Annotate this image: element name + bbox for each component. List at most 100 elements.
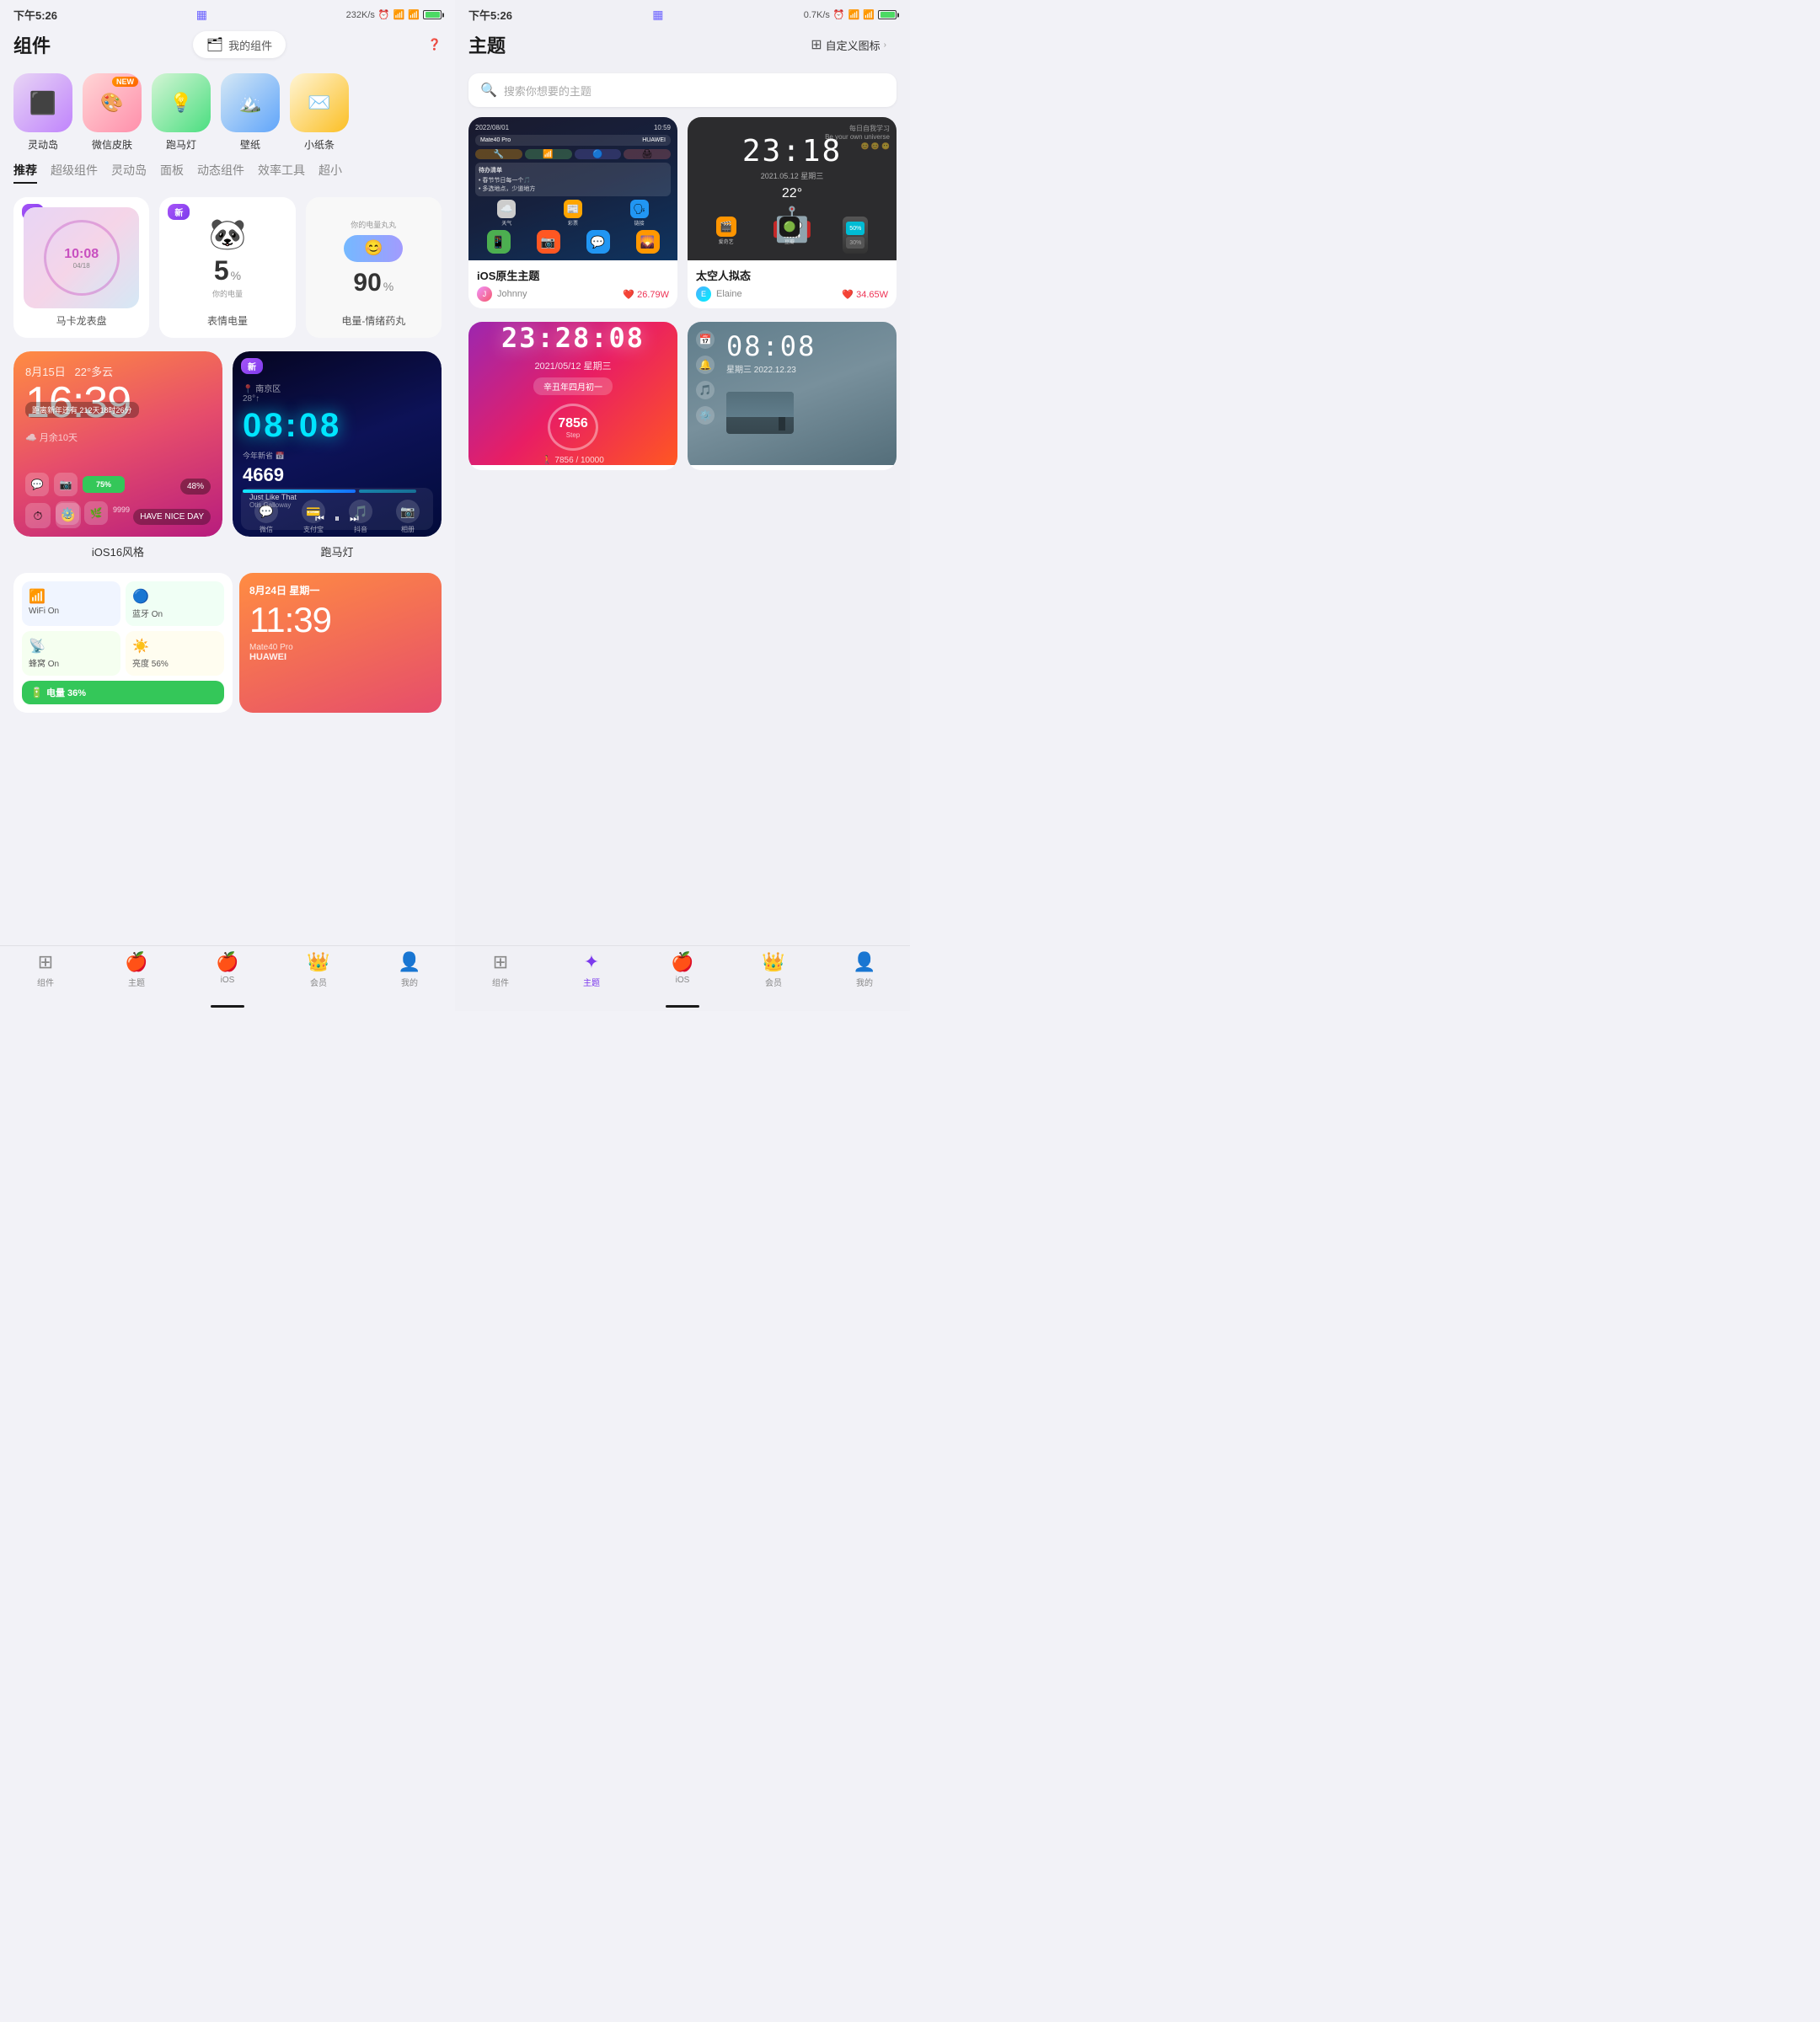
- category-notes[interactable]: ✉️ 小纸条: [290, 73, 349, 152]
- tab-panel[interactable]: 面板: [160, 162, 184, 184]
- huawei-logo-left: ▦: [196, 8, 207, 22]
- member-nav-label-left: 会员: [310, 976, 327, 988]
- my-widgets-label: 我的组件: [228, 37, 272, 53]
- themes-nav-icon-left: 🍎: [125, 951, 147, 973]
- macaron-clock-preview: 10:08 04/18: [24, 207, 139, 308]
- tabs-left: 推荐 超级组件 灵动岛 面板 动态组件 效率工具 超小: [0, 162, 455, 190]
- wifi-widget: 📶 WiFi On: [22, 581, 120, 626]
- battery-right: [878, 10, 897, 19]
- member-nav-icon-right: 👑: [762, 951, 784, 973]
- widget-ios16-wrapper: 8月15日 22°多云 16:39 ☁️ 月余10天 HAVE NICE DAY…: [13, 351, 222, 559]
- battery-left: [423, 10, 442, 19]
- theme-row-bottom: 23:28:08 2021/05/12 星期三 辛丑年四月初一 7856 Ste…: [468, 322, 897, 470]
- category-label-wallpaper: 壁纸: [240, 137, 260, 152]
- nav-mine-right[interactable]: 👤 我的: [819, 951, 910, 988]
- astronaut-author-row: E Elaine ❤️ 34.65W: [696, 286, 888, 302]
- widget-runlight[interactable]: 新 📍 南京区 28°↑ 08:08 今年新省 📅 4669: [233, 351, 442, 537]
- clock-icon-right: ⏰: [833, 9, 845, 20]
- ios-nav-label-left: iOS: [221, 976, 235, 985]
- nav-ios-left[interactable]: 🍎 iOS: [182, 951, 273, 988]
- ios-native-info: iOS原生主题 J Johnny ❤️ 26.79W: [468, 260, 677, 308]
- status-bar-left: 下午5:26 ▦ 232K/s ⏰ 📶 📶: [0, 0, 455, 26]
- theme-digital-clock[interactable]: 23:28:08 2021/05/12 星期三 辛丑年四月初一 7856 Ste…: [468, 322, 677, 470]
- tab-super[interactable]: 超级组件: [51, 162, 98, 184]
- widget-runlight-wrapper: 新 📍 南京区 28°↑ 08:08 今年新省 📅 4669: [233, 351, 442, 559]
- ios-native-author-row: J Johnny ❤️ 26.79W: [477, 286, 669, 302]
- elaine-avatar: E: [696, 286, 711, 302]
- status-icons-right: 0.7K/s ⏰ 📶 📶: [804, 9, 897, 20]
- theme-ios-native[interactable]: 2022/08/0110:59 Mate40 Pro HUAWEI 🔧 📶 🔵 …: [468, 117, 677, 308]
- speed-left: 232K/s: [346, 10, 375, 20]
- battery-status-bar: 🔋 电量 36%: [22, 681, 224, 704]
- nav-widgets-right[interactable]: ⊞ 组件: [455, 951, 546, 988]
- status-icons-left: 232K/s ⏰ 📶 📶: [346, 9, 442, 20]
- signal-icon-left: 📶: [393, 9, 405, 20]
- mine-nav-label-right: 我的: [856, 976, 873, 988]
- nav-widgets-left[interactable]: ⊞ 组件: [0, 951, 91, 988]
- layers-icon: 🗂: [206, 36, 223, 53]
- theme-seascape[interactable]: 📅 🔔 🎵 ⚙️ 08:08 星期三 2022.12.23: [688, 322, 897, 470]
- tab-efficiency[interactable]: 效率工具: [258, 162, 305, 184]
- status-bar-right: 下午5:26 ▦ 0.7K/s ⏰ 📶 📶: [455, 0, 910, 26]
- mini-widget-left[interactable]: 📶 WiFi On 🔵 蓝牙 On 📡 蜂窝 On ☀️ 亮度 56%: [13, 573, 233, 713]
- category-wechat[interactable]: 🎨 NEW 微信皮肤: [83, 73, 142, 152]
- widget-macaron[interactable]: 新 10:08 04/18 马卡龙表盘: [13, 197, 149, 338]
- widget-ios16[interactable]: 8月15日 22°多云 16:39 ☁️ 月余10天 HAVE NICE DAY…: [13, 351, 222, 537]
- runlight-label: 跑马灯: [233, 543, 442, 559]
- astronaut-title: 太空人拟态: [696, 267, 888, 283]
- bluetooth-label: 蓝牙 On: [132, 607, 217, 619]
- lingdong-icon: ⬛: [29, 90, 56, 116]
- nav-member-left[interactable]: 👑 会员: [273, 951, 364, 988]
- left-panel: 下午5:26 ▦ 232K/s ⏰ 📶 📶 组件 🗂 我的组件 ❓ ⬛: [0, 0, 455, 1011]
- nav-themes-left[interactable]: 🍎 主题: [91, 951, 182, 988]
- tab-lingdong[interactable]: 灵动岛: [111, 162, 147, 184]
- clock-icon-left: ⏰: [378, 9, 390, 20]
- mini-widget-right[interactable]: 8月24日 星期一 11:39 Mate40 Pro HUAWEI: [239, 573, 442, 713]
- signal-label: 蜂窝 On: [29, 656, 114, 669]
- theme-astronaut[interactable]: 23:18 2021.05.12 星期三 每日自我学习 Be your own …: [688, 117, 897, 308]
- large-widget-row: 8月15日 22°多云 16:39 ☁️ 月余10天 HAVE NICE DAY…: [13, 351, 442, 559]
- speed-right: 0.7K/s: [804, 10, 830, 20]
- tab-recommend[interactable]: 推荐: [13, 162, 37, 184]
- category-lingdong[interactable]: ⬛ 灵动岛: [13, 73, 72, 152]
- ios-native-title: iOS原生主题: [477, 267, 669, 283]
- custom-icon-label: 自定义图标: [826, 37, 881, 53]
- bottom-nav-left: ⊞ 组件 🍎 主题 🍎 iOS 👑 会员 👤 我的: [0, 945, 455, 1002]
- widget-battery-emotion[interactable]: 新 🐼 5 % 你的电量 表情电量: [159, 197, 295, 338]
- tab-ultrasmall[interactable]: 超小: [318, 162, 342, 184]
- member-nav-icon-left: 👑: [307, 951, 329, 973]
- ios-nav-icon-left: 🍎: [216, 951, 238, 973]
- mine-nav-icon-right: 👤: [853, 951, 875, 973]
- widgets-nav-label-right: 组件: [492, 976, 509, 988]
- header-right: 主题 ⊞ 自定义图标 ›: [455, 26, 910, 67]
- nav-ios-right[interactable]: 🍎 iOS: [637, 951, 728, 988]
- nav-member-right[interactable]: 👑 会员: [728, 951, 819, 988]
- time-right: 下午5:26: [468, 7, 512, 23]
- member-nav-label-right: 会员: [765, 976, 782, 988]
- nav-themes-right[interactable]: ✦ 主题: [546, 951, 637, 988]
- brightness-widget: ☀️ 亮度 56%: [126, 631, 224, 676]
- custom-icon-btn[interactable]: ⊞ 自定义图标 ›: [800, 31, 897, 58]
- bluetooth-widget: 🔵 蓝牙 On: [126, 581, 224, 626]
- content-left: 新 10:08 04/18 马卡龙表盘 新 🐼 5 %: [0, 190, 455, 945]
- widgets-nav-label: 组件: [37, 976, 54, 988]
- search-icon: 🔍: [480, 82, 497, 99]
- help-btn[interactable]: ❓: [428, 38, 442, 51]
- tab-dynamic[interactable]: 动态组件: [197, 162, 244, 184]
- search-bar[interactable]: 🔍 搜索你想要的主题: [468, 73, 897, 107]
- themes-nav-label-left: 主题: [128, 976, 145, 988]
- nav-mine-left[interactable]: 👤 我的: [364, 951, 455, 988]
- ios-nav-label-right: iOS: [676, 976, 690, 985]
- category-label-notes: 小纸条: [304, 137, 335, 152]
- signal-icon-right: 📶: [848, 9, 860, 20]
- elaine-name: Elaine: [716, 289, 742, 299]
- themes-nav-icon-right: ✦: [584, 951, 599, 973]
- new-badge-wechat: NEW: [112, 77, 138, 87]
- category-runlight[interactable]: 💡 跑马灯: [152, 73, 211, 152]
- category-wallpaper[interactable]: 🏔️ 壁纸: [221, 73, 280, 152]
- my-widgets-btn[interactable]: 🗂 我的组件: [193, 31, 286, 58]
- widget-battery-pill[interactable]: 你的电量丸丸 😊 90 % 电量-情绪药丸: [306, 197, 442, 338]
- content-right: 2022/08/0110:59 Mate40 Pro HUAWEI 🔧 📶 🔵 …: [455, 117, 910, 945]
- mine-nav-label-left: 我的: [401, 976, 418, 988]
- right-panel: 下午5:26 ▦ 0.7K/s ⏰ 📶 📶 主题 ⊞ 自定义图标 › 🔍 搜索你…: [455, 0, 910, 1011]
